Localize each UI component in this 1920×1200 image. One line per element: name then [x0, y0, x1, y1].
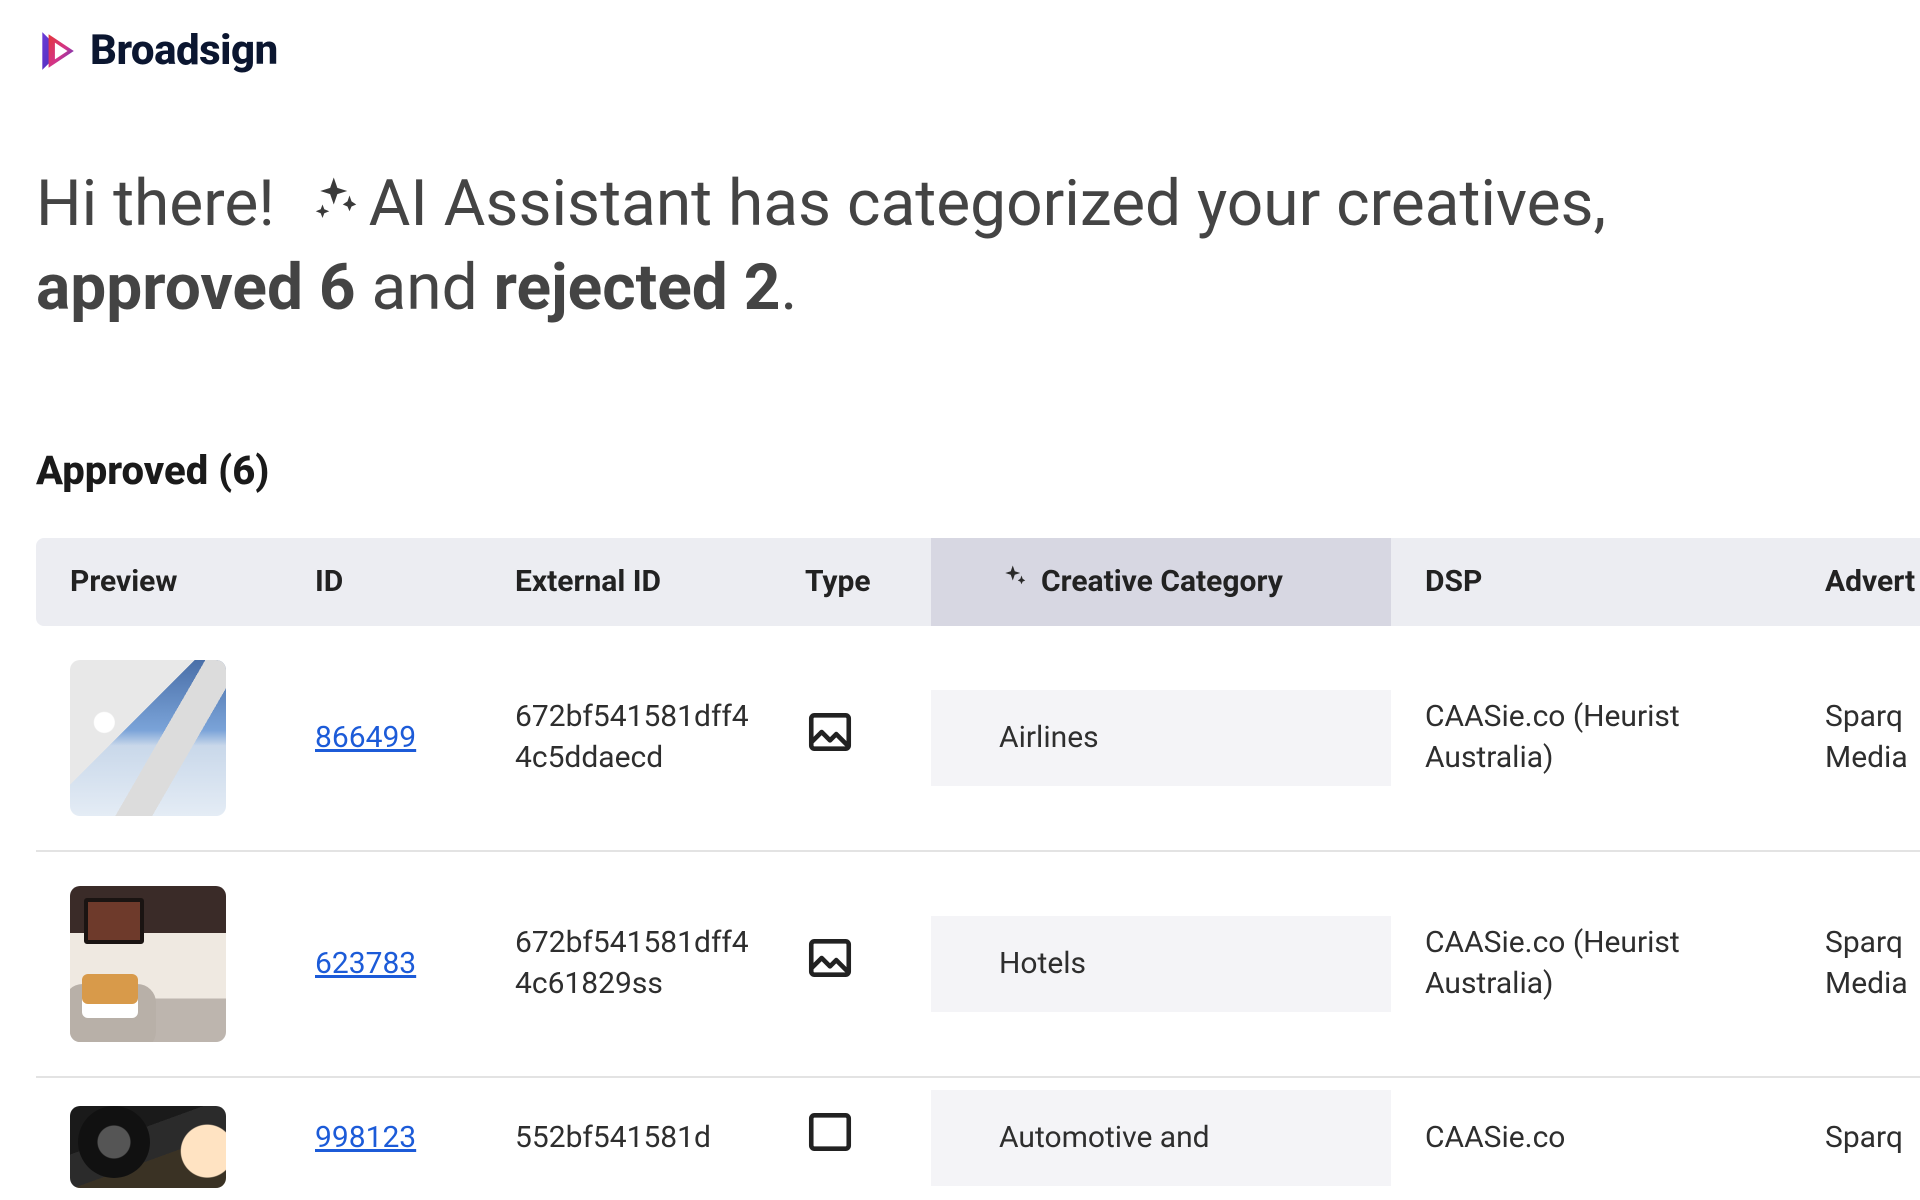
cell-id: 866499 — [281, 690, 481, 787]
creative-id-link[interactable]: 623783 — [315, 946, 416, 981]
headline-greeting: Hi there! — [36, 166, 275, 241]
headline-approved: approved 6 — [36, 250, 356, 325]
cell-dsp: CAASie.co — [1391, 1090, 1791, 1187]
cell-type — [771, 905, 931, 1023]
page-headline: Hi there! AI Assistant has categorized y… — [36, 163, 1896, 329]
cell-advertiser: Sparq — [1791, 1090, 1920, 1187]
brand-logo-text: Broadsign — [90, 26, 278, 75]
table-row: 623783 672bf541581dff44c61829ss Hotels C… — [36, 852, 1920, 1078]
image-type-icon — [805, 956, 855, 991]
preview-thumbnail[interactable] — [70, 1106, 226, 1188]
cell-dsp: CAASie.co (Heurist Australia) — [1391, 895, 1791, 1032]
image-type-icon — [805, 1130, 855, 1165]
table-row: 866499 672bf541581dff44c5ddaecd Airlines… — [36, 626, 1920, 852]
cell-preview — [36, 632, 281, 844]
table-header-row: Preview ID External ID Type Creative Cat… — [36, 538, 1920, 626]
cell-preview — [36, 858, 281, 1070]
cell-id: 998123 — [281, 1090, 481, 1187]
cell-external-id: 552bf541581d — [481, 1090, 771, 1187]
preview-thumbnail[interactable] — [70, 660, 226, 816]
cell-type — [771, 679, 931, 797]
approved-table: Preview ID External ID Type Creative Cat… — [36, 538, 1920, 1198]
headline-end: . — [780, 250, 797, 325]
sparkle-icon — [999, 563, 1029, 601]
approved-section-title: Approved (6) — [36, 447, 1920, 494]
image-type-icon — [805, 730, 855, 765]
cell-creative-category: Hotels — [931, 916, 1391, 1013]
cell-external-id: 672bf541581dff44c5ddaecd — [481, 669, 771, 806]
cell-type — [771, 1079, 931, 1197]
cell-preview — [36, 1088, 281, 1188]
col-id: ID — [281, 564, 481, 599]
col-advertiser: Advert — [1791, 564, 1920, 599]
preview-thumbnail[interactable] — [70, 886, 226, 1042]
creative-id-link[interactable]: 866499 — [315, 720, 416, 755]
cell-advertiser: Sparq Media — [1791, 669, 1920, 806]
col-dsp: DSP — [1391, 564, 1791, 599]
brand-logo: Broadsign — [36, 26, 1920, 75]
cell-id: 623783 — [281, 916, 481, 1013]
cell-dsp: CAASie.co (Heurist Australia) — [1391, 669, 1791, 806]
col-creative-category-label: Creative Category — [1041, 564, 1283, 599]
creative-id-link[interactable]: 998123 — [315, 1120, 416, 1155]
headline-middle: AI Assistant has categorized your creati… — [369, 166, 1607, 241]
sparkle-icon — [309, 165, 363, 247]
headline-joiner: and — [356, 250, 494, 325]
table-row: 998123 552bf541581d Automotive and CAASi… — [36, 1078, 1920, 1198]
cell-creative-category: Automotive and — [931, 1090, 1391, 1187]
cell-advertiser: Sparq Media — [1791, 895, 1920, 1032]
headline-rejected: rejected 2 — [494, 250, 781, 325]
col-type: Type — [771, 564, 931, 599]
cell-creative-category: Airlines — [931, 690, 1391, 787]
col-preview: Preview — [36, 564, 281, 599]
col-creative-category: Creative Category — [931, 538, 1391, 626]
col-external-id: External ID — [481, 564, 771, 599]
cell-external-id: 672bf541581dff44c61829ss — [481, 895, 771, 1032]
brand-logo-mark — [36, 30, 78, 72]
